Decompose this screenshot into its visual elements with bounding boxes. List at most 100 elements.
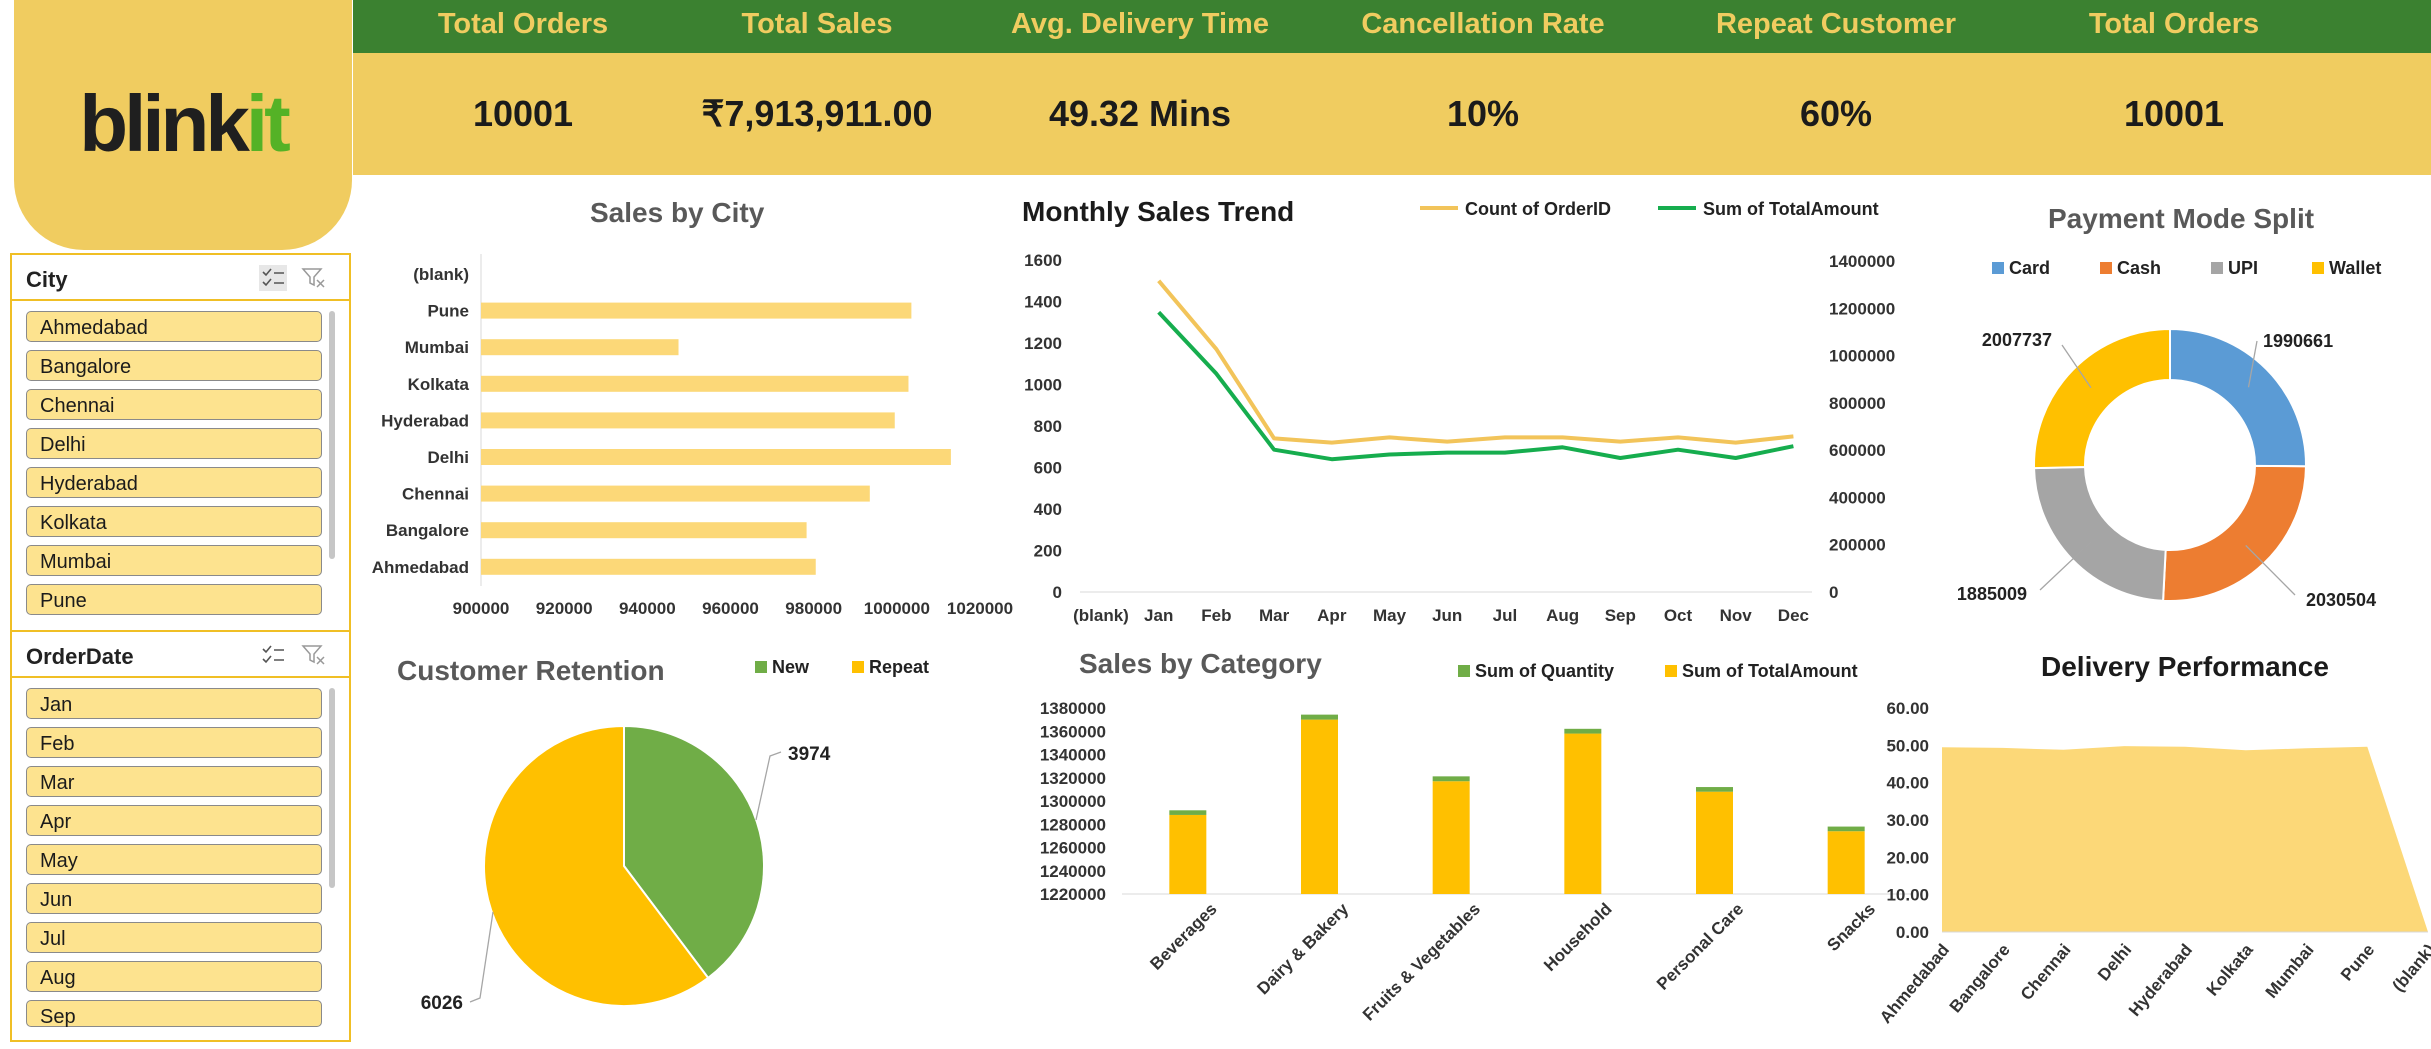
orderdate-slicer-header: OrderDate <box>12 632 349 678</box>
trend-ytick-right-1000000: 1000000 <box>1829 347 1895 366</box>
city-tick-delhi: Delhi <box>427 448 469 467</box>
trend-line-sum-of-totalamount <box>1157 310 1794 462</box>
delivery-xtick-blank: (blank) <box>2389 940 2431 995</box>
category-ytick-1340000: 1340000 <box>1040 746 1106 765</box>
category-ytick-1260000: 1260000 <box>1040 839 1106 858</box>
category-bar-amount-household <box>1564 733 1602 894</box>
city-item-delhi[interactable]: Delhi <box>26 428 322 459</box>
city-xtick-940000: 940000 <box>619 599 676 618</box>
month-item-jan[interactable]: Jan <box>26 688 322 719</box>
category-bar-quantity-dairy-bakery <box>1301 714 1338 720</box>
kpi-value-repeat-customer: 60% <box>1799 93 1873 134</box>
trend-xtick-aug: Aug <box>1546 606 1579 625</box>
trend-ytick-left-1200: 1200 <box>1024 334 1062 353</box>
kpi-value-total-sales: ₹7,913,911.00 <box>701 93 933 134</box>
city-item-chennai[interactable]: Chennai <box>26 389 322 420</box>
payment-legend-swatch-cash <box>2100 262 2112 274</box>
multi-select-icon[interactable] <box>259 265 287 291</box>
trend-ytick-left-600: 600 <box>1034 459 1062 478</box>
trend-xtick-jul: Jul <box>1493 606 1518 625</box>
payment-slice-card <box>2169 327 2307 468</box>
delivery-ytick-10-00: 10.00 <box>1886 886 1929 905</box>
category-xtick-fruits-vegetables: Fruits & Vegetables <box>1359 899 1484 1024</box>
payment-legend-card: Card <box>2009 258 2050 278</box>
city-item-bangalore[interactable]: Bangalore <box>26 350 322 381</box>
clear-filter-icon[interactable] <box>300 265 328 291</box>
category-legend-swatch-quantity <box>1458 665 1470 677</box>
multi-select-icon[interactable] <box>259 642 287 668</box>
payment-slice-wallet <box>2033 327 2171 470</box>
blinkit-logo: blinkit <box>79 79 291 168</box>
city-item-ahmedabad[interactable]: Ahmedabad <box>26 311 322 342</box>
city-item-hyderabad[interactable]: Hyderabad <box>26 467 322 498</box>
payment-label-cash: 2030504 <box>2306 590 2376 610</box>
city-slicer-scrollbar[interactable] <box>329 311 335 559</box>
kpi-band: Total Orders Total Sales Avg. Delivery T… <box>353 0 2431 175</box>
month-item-mar[interactable]: Mar <box>26 766 322 797</box>
kpi-label-avg-delivery-time: Avg. Delivery Time <box>1011 8 1269 40</box>
category-xtick-household: Household <box>1540 899 1616 975</box>
month-item-may[interactable]: May <box>26 844 322 875</box>
trend-line-count-of-orderid <box>1157 279 1794 445</box>
city-tick-bangalore: Bangalore <box>386 521 469 540</box>
category-bar-amount-fruits-vegetables <box>1432 781 1470 894</box>
city-tick-blank: (blank) <box>413 265 469 284</box>
city-item-mumbai[interactable]: Mumbai <box>26 545 322 576</box>
city-xtick-1020000: 1020000 <box>947 599 1013 618</box>
category-bar-quantity-beverages <box>1169 810 1207 815</box>
trend-xtick-oct: Oct <box>1664 606 1693 625</box>
month-item-sep[interactable]: Sep <box>26 1000 322 1028</box>
month-item-jun[interactable]: Jun <box>26 883 322 914</box>
kpi-label-cancellation-rate: Cancellation Rate <box>1361 8 1605 40</box>
month-item-aug[interactable]: Aug <box>26 961 322 992</box>
clear-filter-icon[interactable] <box>300 642 328 668</box>
month-item-jul[interactable]: Jul <box>26 922 322 953</box>
category-ytick-1240000: 1240000 <box>1040 862 1106 881</box>
kpi-value-row: 10001 ₹7,913,911.00 49.32 Mins 10% 60% 1… <box>353 53 2431 175</box>
payment-leader-cash <box>2245 545 2296 596</box>
category-ytick-1320000: 1320000 <box>1040 769 1106 788</box>
city-tick-mumbai: Mumbai <box>405 338 469 357</box>
orderdate-slicer: OrderDate Jan Feb Mar Apr May Jun Jul Au… <box>10 630 351 1042</box>
payment-label-wallet: 2007737 <box>1982 330 2052 350</box>
city-item-pune[interactable]: Pune <box>26 584 322 615</box>
delivery-ytick-0-00: 0.00 <box>1896 923 1929 942</box>
orderdate-slicer-scrollbar[interactable] <box>329 688 335 888</box>
retention-label-repeat: 6026 <box>421 993 463 1014</box>
city-bar-ahmedabad <box>481 558 816 575</box>
delivery-ytick-20-00: 20.00 <box>1886 848 1929 867</box>
city-bar-chennai <box>481 485 870 502</box>
month-item-apr[interactable]: Apr <box>26 805 322 836</box>
trend-ytick-left-0: 0 <box>1053 583 1062 602</box>
trend-ytick-right-800000: 800000 <box>1829 394 1886 413</box>
retention-legend-swatch-repeat <box>852 661 864 673</box>
retention-label-new: 3974 <box>788 744 831 765</box>
trend-ytick-left-1600: 1600 <box>1024 251 1062 270</box>
category-xtick-dairy-bakery: Dairy & Bakery <box>1253 899 1352 998</box>
payment-legend-cash: Cash <box>2117 258 2161 278</box>
city-tick-kolkata: Kolkata <box>408 375 470 394</box>
trend-ytick-left-800: 800 <box>1034 417 1062 436</box>
trend-xtick-sep: Sep <box>1605 606 1636 625</box>
city-item-kolkata[interactable]: Kolkata <box>26 506 322 537</box>
delivery-xtick-pune: Pune <box>2337 940 2378 984</box>
retention-slice-repeat <box>483 724 710 1007</box>
payment-leader-card <box>2247 340 2258 388</box>
trend-legend-count: Count of OrderID <box>1465 199 1611 219</box>
delivery-xtick-delhi: Delhi <box>2094 940 2135 984</box>
trend-xtick-jan: Jan <box>1144 606 1173 625</box>
trend-legend-amount: Sum of TotalAmount <box>1703 199 1879 219</box>
city-slicer: City Ahmedabad Bangalore Chennai Delhi H… <box>10 253 351 633</box>
payment-legend-swatch-wallet <box>2312 262 2324 274</box>
category-ytick-1280000: 1280000 <box>1040 815 1106 834</box>
payment-leader-upi <box>2039 541 2092 591</box>
month-item-feb[interactable]: Feb <box>26 727 322 758</box>
logo-tile: blinkit <box>14 0 352 250</box>
category-legend-swatch-amount <box>1665 665 1677 677</box>
category-ytick-1380000: 1380000 <box>1040 699 1106 718</box>
category-ytick-1360000: 1360000 <box>1040 722 1106 741</box>
payment-slice-cash <box>2162 464 2308 602</box>
trend-xtick-apr: Apr <box>1317 606 1347 625</box>
payment-slice-upi <box>2033 465 2167 602</box>
category-xtick-snacks: Snacks <box>1823 899 1879 955</box>
